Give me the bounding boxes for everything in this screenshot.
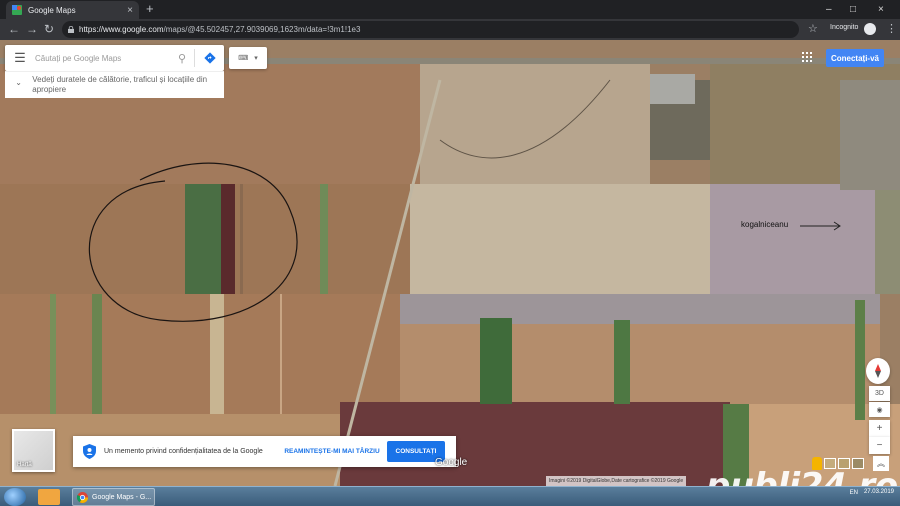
forward-arrow-icon[interactable]: → xyxy=(26,21,38,37)
reload-icon[interactable]: ↻ xyxy=(44,21,54,37)
shield-icon xyxy=(83,444,96,459)
zoom-out-button[interactable]: − xyxy=(869,437,890,454)
minimize-button[interactable]: – xyxy=(826,0,832,18)
browser-menu-icon[interactable]: ⋮ xyxy=(886,22,897,35)
3d-toggle-button[interactable]: 3D xyxy=(869,386,890,401)
system-tray: EN 27.03.2019 xyxy=(850,489,894,496)
privacy-message: Un memento privind confidențialitatea de… xyxy=(104,448,263,455)
tab-close-icon[interactable]: × xyxy=(127,5,133,16)
keyboard-icon: ⌨ xyxy=(238,55,249,62)
outlook-taskbar-icon[interactable] xyxy=(38,489,60,505)
privacy-reminder-banner: Un memento privind confidențialitatea de… xyxy=(73,436,456,467)
remind-later-button[interactable]: REAMINTEȘTE-MI MAI TÂRZIU xyxy=(277,448,387,455)
language-indicator[interactable]: EN xyxy=(850,490,858,496)
address-bar[interactable]: https://www.google.com/maps/@45.502457,2… xyxy=(62,21,799,38)
location-button[interactable]: ◉ xyxy=(869,402,890,417)
compass-button[interactable] xyxy=(866,358,890,384)
windows-taskbar: Google Maps - G... EN 27.03.2019 xyxy=(0,486,900,506)
clock[interactable]: 27.03.2019 xyxy=(864,489,894,496)
satellite-imagery xyxy=(0,40,900,486)
travel-hint-panel[interactable]: ⌄ Vedeți duratele de călătorie, traficul… xyxy=(5,71,224,98)
map-attribution: Imagini ©2019 DigitalGlobe,Date cartogra… xyxy=(546,476,687,486)
sign-in-button[interactable]: Conectați-vă xyxy=(826,49,884,67)
map-type-toggle[interactable]: Hartă xyxy=(12,429,55,472)
tab-title: Google Maps xyxy=(28,5,76,15)
back-arrow-icon[interactable]: ← xyxy=(8,21,20,37)
incognito-label: Incognito xyxy=(830,24,859,31)
input-tools-button[interactable]: ⌨ ▾ xyxy=(229,47,267,69)
maps-favicon-icon xyxy=(12,5,22,15)
tab-google-maps[interactable]: Google Maps × xyxy=(6,1,139,19)
publi24-watermark: publi24.ro xyxy=(706,466,898,486)
compass-icon xyxy=(875,364,881,378)
dropdown-caret-icon: ▾ xyxy=(254,55,258,62)
bookmark-star-icon[interactable]: ☆ xyxy=(808,22,818,35)
browser-chrome: Google Maps × + – □ × ← → ↻ https://www.… xyxy=(0,0,900,40)
search-icon[interactable]: ⚲ xyxy=(170,52,194,65)
new-tab-button[interactable]: + xyxy=(146,2,154,16)
chrome-icon xyxy=(77,491,88,503)
my-location-icon: ◉ xyxy=(876,406,883,414)
handwritten-map-label: kogalniceanu xyxy=(741,220,789,229)
maximize-button[interactable]: □ xyxy=(850,0,856,18)
start-button-icon[interactable] xyxy=(4,488,26,506)
url-text: https://www.google.com/maps/@45.502457,2… xyxy=(79,25,361,34)
zoom-in-button[interactable]: + xyxy=(869,420,890,437)
close-window-button[interactable]: × xyxy=(878,0,884,18)
chevron-down-icon[interactable]: ⌄ xyxy=(5,75,32,87)
taskbar-chrome-window[interactable]: Google Maps - G... xyxy=(72,488,155,506)
menu-hamburger-icon[interactable]: ☰ xyxy=(5,50,35,66)
incognito-icon[interactable] xyxy=(864,23,876,35)
tab-strip: Google Maps × + – □ × xyxy=(0,0,900,19)
browser-toolbar: ← → ↻ https://www.google.com/maps/@45.50… xyxy=(0,19,900,40)
map-type-label: Hartă xyxy=(17,462,32,468)
satellite-map[interactable]: ☰ ⚲ ⌄ Vedeți duratele de călătorie, traf… xyxy=(0,40,900,486)
lock-icon xyxy=(68,26,74,33)
google-logo: Google xyxy=(435,457,468,468)
taskbar-chrome-label: Google Maps - G... xyxy=(92,493,152,501)
search-input[interactable] xyxy=(35,53,170,63)
directions-icon xyxy=(203,52,216,64)
apps-grid-icon[interactable] xyxy=(802,52,812,62)
search-box: ☰ ⚲ xyxy=(5,45,224,71)
travel-hint-text: Vedeți duratele de călătorie, traficul ș… xyxy=(32,75,208,94)
directions-button[interactable] xyxy=(194,49,224,67)
clock-date: 27.03.2019 xyxy=(863,489,894,495)
